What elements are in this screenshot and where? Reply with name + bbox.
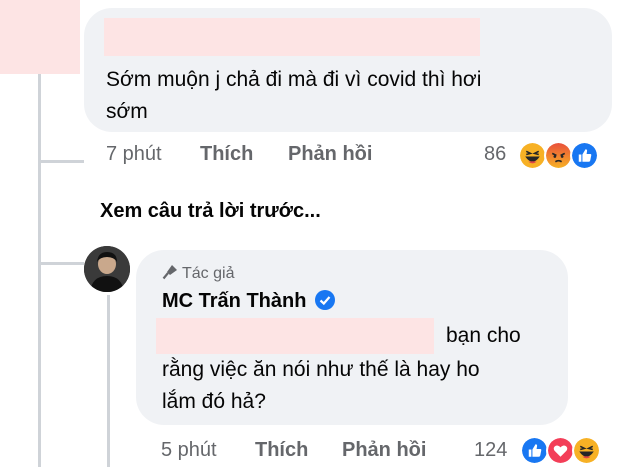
- thread-line: [38, 74, 41, 467]
- haha-reaction-icon: [572, 436, 601, 465]
- commenter-name-redacted: [104, 18, 480, 56]
- like-reaction-icon: [570, 141, 599, 170]
- angry-reaction-icon: [544, 141, 573, 170]
- like-reaction-icon: [520, 436, 549, 465]
- reply-text-line2: rằng việc ăn nói như thế là hay ho: [162, 358, 480, 381]
- verified-badge-icon: [314, 290, 335, 310]
- reply-text-line1: bạn cho: [446, 324, 521, 347]
- avatar-redacted: [0, 0, 80, 74]
- like-button[interactable]: Thích: [200, 143, 253, 166]
- microphone-icon: [162, 265, 177, 280]
- author-name-row[interactable]: MC Trấn Thành: [162, 290, 335, 313]
- reply-reply-button[interactable]: Phản hồi: [342, 439, 426, 462]
- see-previous-replies-link[interactable]: Xem câu trả lời trước...: [100, 200, 321, 223]
- author-avatar-icon: [84, 246, 130, 292]
- reply-label: Phản hồi: [288, 143, 373, 165]
- reply-reply-label: Phản hồi: [342, 439, 427, 461]
- avatar[interactable]: [84, 246, 130, 292]
- reply-like-button[interactable]: Thích: [255, 439, 308, 462]
- reply-time[interactable]: 5 phút: [161, 439, 217, 462]
- thread-branch-1: [38, 160, 84, 163]
- reaction-count[interactable]: 86: [484, 143, 506, 166]
- mentioned-name-redacted: [156, 318, 434, 354]
- haha-reaction-icon: [518, 141, 547, 170]
- reply-bubble: Tác giả MC Trấn Thành bạn cho rằng việc …: [136, 250, 568, 425]
- comment-text: Sớm muộn j chả đi mà đi vì covid thì hơi…: [106, 68, 482, 123]
- reply-thread-line: [107, 295, 110, 467]
- comment-time[interactable]: 7 phút: [106, 143, 162, 166]
- author-name[interactable]: MC Trấn Thành: [162, 290, 306, 312]
- reply-text-line3: lắm đó hả?: [162, 390, 266, 413]
- author-badge: Tác giả: [162, 264, 234, 283]
- author-badge-label: Tác giả: [182, 265, 235, 282]
- thread-branch-2: [38, 262, 84, 265]
- comment-bubble: Sớm muộn j chả đi mà đi vì covid thì hơi…: [84, 8, 612, 132]
- reply-reaction-count[interactable]: 124: [474, 439, 507, 462]
- like-label: Thích: [200, 143, 254, 165]
- reply-like-label: Thích: [255, 439, 309, 461]
- reply-button[interactable]: Phản hồi: [288, 143, 372, 166]
- love-reaction-icon: [546, 436, 575, 465]
